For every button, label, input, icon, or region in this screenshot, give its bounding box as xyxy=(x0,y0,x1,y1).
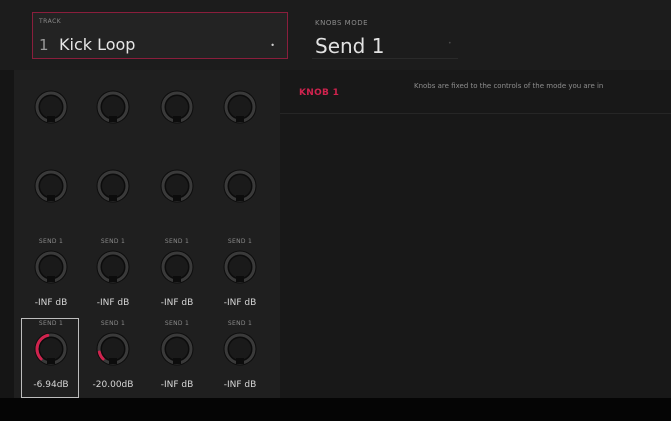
knob[interactable] xyxy=(159,168,195,204)
knob[interactable] xyxy=(159,249,195,285)
bottom-bar xyxy=(0,398,671,421)
knob-value-label: -INF dB xyxy=(96,298,130,308)
knob[interactable] xyxy=(222,168,258,204)
knob[interactable] xyxy=(95,168,131,204)
knob[interactable] xyxy=(33,89,69,125)
info-header: KNOB 1 Knobs are fixed to the controls o… xyxy=(280,70,671,114)
knob[interactable] xyxy=(33,249,69,285)
track-caption: TRACK xyxy=(39,18,62,25)
knob-value-label: -INF dB xyxy=(223,298,257,308)
knob[interactable] xyxy=(33,168,69,204)
knob[interactable] xyxy=(95,89,131,125)
dropdown-icon[interactable]: • xyxy=(270,41,275,50)
knob[interactable] xyxy=(95,331,131,367)
knob-send-label: SEND 1 xyxy=(164,238,190,245)
knob[interactable] xyxy=(159,89,195,125)
knob[interactable] xyxy=(222,331,258,367)
knob-send-label: SEND 1 xyxy=(100,238,126,245)
knob-title: KNOB 1 xyxy=(299,88,340,98)
knob-send-label: SEND 1 xyxy=(164,320,190,327)
knob-value-label: -INF dB xyxy=(160,298,194,308)
knob[interactable] xyxy=(222,249,258,285)
knob-value-label: -20.00dB xyxy=(92,380,134,390)
selected-knob-frame xyxy=(21,318,79,398)
knobs-mode-caption: KNOBS MODE xyxy=(315,19,369,27)
knobs-mode-dropdown-icon[interactable]: • xyxy=(448,40,452,47)
info-panel: KNOB 1 Knobs are fixed to the controls o… xyxy=(280,70,671,398)
top-bar: TRACK 1 Kick Loop • KNOBS MODE Send 1 • xyxy=(0,0,671,70)
knob[interactable] xyxy=(159,331,195,367)
knob[interactable] xyxy=(222,89,258,125)
knob-value-label: -INF dB xyxy=(34,298,68,308)
knob-value-label: -INF dB xyxy=(223,380,257,390)
knob-send-label: SEND 1 xyxy=(100,320,126,327)
track-name: Kick Loop xyxy=(59,35,136,54)
knob-description: Knobs are fixed to the controls of the m… xyxy=(414,82,604,90)
knobs-mode-underline xyxy=(312,58,458,59)
track-selector[interactable]: TRACK 1 Kick Loop • xyxy=(32,12,288,59)
track-number: 1 xyxy=(39,36,49,54)
knob-send-label: SEND 1 xyxy=(227,238,253,245)
knobs-mode-value[interactable]: Send 1 xyxy=(315,34,384,58)
knob-send-label: SEND 1 xyxy=(227,320,253,327)
knob[interactable] xyxy=(95,249,131,285)
knob-value-label: -INF dB xyxy=(160,380,194,390)
knob-send-label: SEND 1 xyxy=(38,238,64,245)
